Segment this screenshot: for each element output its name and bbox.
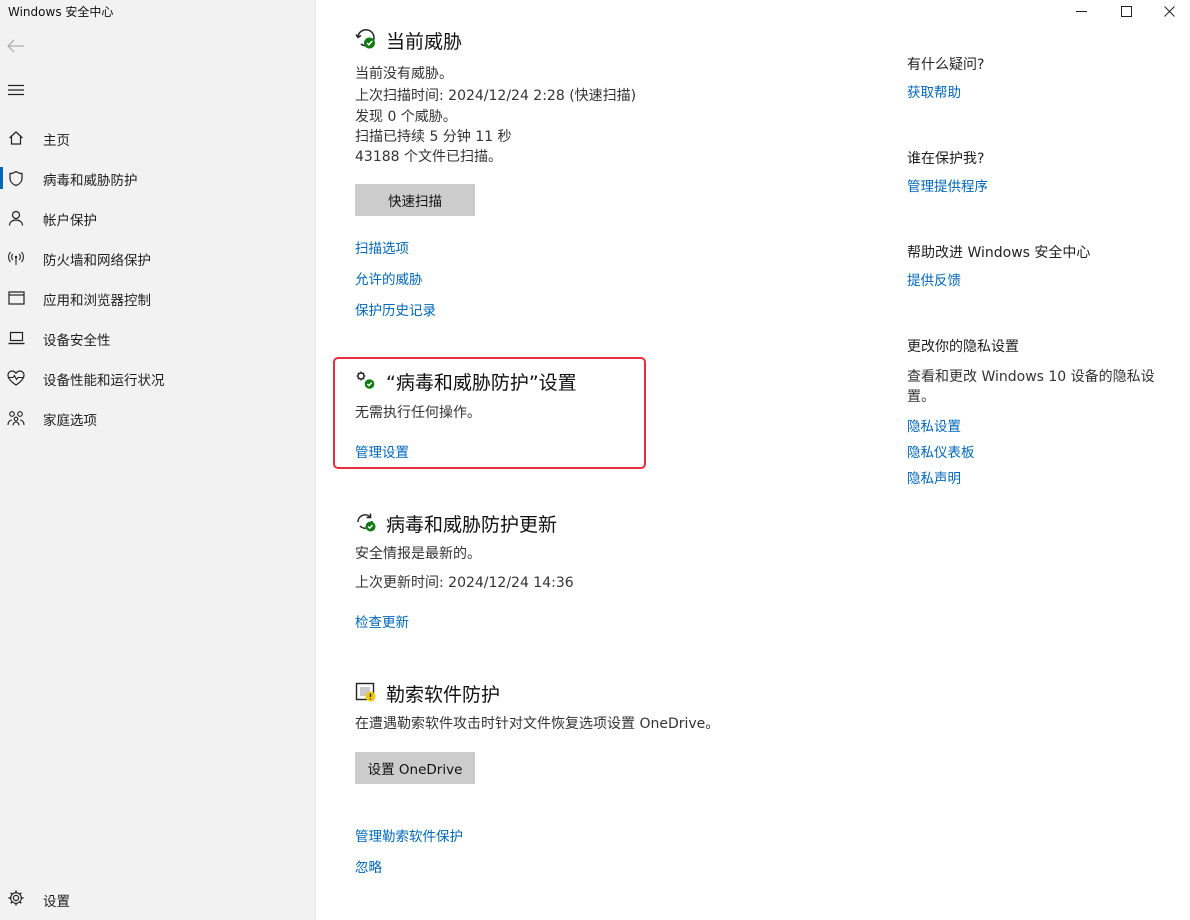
home-icon — [7, 129, 25, 147]
hamburger-icon — [8, 84, 24, 96]
sidebar-item-device-security[interactable]: 设备安全性 — [0, 318, 316, 358]
section-title: “病毒和威胁防护”设置 — [386, 372, 577, 394]
last-update-text: 上次更新时间: 2024/12/24 14:36 — [355, 575, 574, 591]
description-text: 在遭遇勒索软件攻击时针对文件恢复选项设置 OneDrive。 — [355, 716, 720, 732]
get-help-link[interactable]: 获取帮助 — [907, 81, 961, 101]
section-title: 病毒和威胁防护更新 — [386, 514, 558, 536]
dismiss-link[interactable]: 忽略 — [355, 856, 382, 876]
app-window-icon — [7, 289, 25, 307]
give-feedback-link[interactable]: 提供反馈 — [907, 269, 961, 289]
back-button[interactable] — [4, 34, 28, 58]
sidebar-item-label: 设备性能和运行状况 — [43, 373, 165, 389]
sidebar-item-home[interactable]: 主页 — [0, 118, 316, 158]
title-bar: Windows 安全中心 — [0, 0, 1190, 24]
protection-history-link[interactable]: 保护历史记录 — [355, 299, 436, 319]
sidebar-item-label: 防火墙和网络保护 — [43, 253, 151, 269]
setup-onedrive-button[interactable]: 设置 OneDrive — [355, 752, 475, 784]
menu-button[interactable] — [4, 80, 28, 100]
sidebar-item-firewall[interactable]: 防火墙和网络保护 — [0, 238, 316, 278]
gear-icon — [7, 889, 25, 907]
privacy-statement-link[interactable]: 隐私声明 — [907, 467, 961, 487]
family-icon — [7, 409, 25, 427]
status-text: 无需执行任何操作。 — [355, 405, 481, 421]
minimize-icon — [1075, 10, 1087, 12]
close-button[interactable] — [1146, 0, 1190, 22]
improve-heading: 帮助改进 Windows 安全中心 — [907, 245, 1091, 261]
gears-check-icon — [355, 369, 377, 391]
sidebar-item-label: 家庭选项 — [43, 413, 97, 429]
status-text: 当前没有威胁。 — [355, 66, 453, 82]
window-title: Windows 安全中心 — [8, 5, 114, 19]
privacy-description: 查看和更改 Windows 10 设备的隐私设置。 — [907, 369, 1155, 405]
last-scan-text: 上次扫描时间: 2024/12/24 2:28 (快速扫描) — [355, 88, 637, 104]
sidebar-item-label: 设备安全性 — [43, 333, 111, 349]
update-sync-icon — [355, 511, 377, 533]
scan-options-link[interactable]: 扫描选项 — [355, 237, 409, 257]
question-heading: 有什么疑问? — [907, 57, 985, 73]
sidebar-item-label: 病毒和威胁防护 — [43, 173, 138, 189]
ransomware-folder-icon — [355, 681, 377, 703]
person-icon — [7, 209, 25, 227]
sidebar-nav: 主页 病毒和威胁防护 帐户保护 防火墙和网络保护 应用和浏览器控制 设备安全性 … — [0, 118, 316, 438]
minimize-button[interactable] — [1058, 0, 1104, 22]
sidebar-item-label: 帐户保护 — [43, 213, 97, 229]
manage-settings-link[interactable]: 管理设置 — [355, 441, 409, 461]
sidebar-item-label: 应用和浏览器控制 — [43, 293, 151, 309]
back-arrow-icon — [7, 39, 24, 53]
sidebar-item-device-health[interactable]: 设备性能和运行状况 — [0, 358, 316, 398]
sidebar: 主页 病毒和威胁防护 帐户保护 防火墙和网络保护 应用和浏览器控制 设备安全性 … — [0, 0, 316, 920]
manage-ransomware-link[interactable]: 管理勒索软件保护 — [355, 825, 463, 845]
wifi-icon — [7, 249, 25, 267]
privacy-heading: 更改你的隐私设置 — [907, 339, 1019, 355]
maximize-button[interactable] — [1103, 0, 1149, 22]
threats-found-text: 发现 0 个威胁。 — [355, 109, 457, 125]
maximize-icon — [1120, 5, 1132, 17]
heart-pulse-icon — [7, 369, 25, 387]
privacy-dashboard-link[interactable]: 隐私仪表板 — [907, 441, 975, 461]
files-scanned-text: 43188 个文件已扫描。 — [355, 149, 502, 165]
section-title: 勒索软件防护 — [386, 684, 501, 706]
status-text: 安全情报是最新的。 — [355, 546, 481, 562]
sidebar-item-family[interactable]: 家庭选项 — [0, 398, 316, 438]
close-icon — [1163, 5, 1175, 17]
sidebar-item-settings[interactable]: 设置 — [0, 878, 316, 918]
scan-duration-text: 扫描已持续 5 分钟 11 秒 — [355, 129, 512, 145]
allowed-threats-link[interactable]: 允许的威胁 — [355, 268, 423, 288]
privacy-settings-link[interactable]: 隐私设置 — [907, 415, 961, 435]
manage-providers-link[interactable]: 管理提供程序 — [907, 175, 988, 195]
sidebar-item-app-browser[interactable]: 应用和浏览器控制 — [0, 278, 316, 318]
section-title: 当前威胁 — [386, 31, 463, 53]
sidebar-item-account[interactable]: 帐户保护 — [0, 198, 316, 238]
laptop-icon — [7, 329, 25, 347]
protect-heading: 谁在保护我? — [907, 151, 985, 167]
sidebar-item-virus-protection[interactable]: 病毒和威胁防护 — [0, 158, 316, 198]
quick-scan-button[interactable]: 快速扫描 — [355, 184, 475, 216]
shield-icon — [7, 169, 25, 187]
sidebar-item-label: 设置 — [43, 894, 70, 910]
check-updates-link[interactable]: 检查更新 — [355, 611, 409, 631]
refresh-check-icon — [355, 28, 377, 50]
sidebar-item-label: 主页 — [43, 133, 70, 149]
